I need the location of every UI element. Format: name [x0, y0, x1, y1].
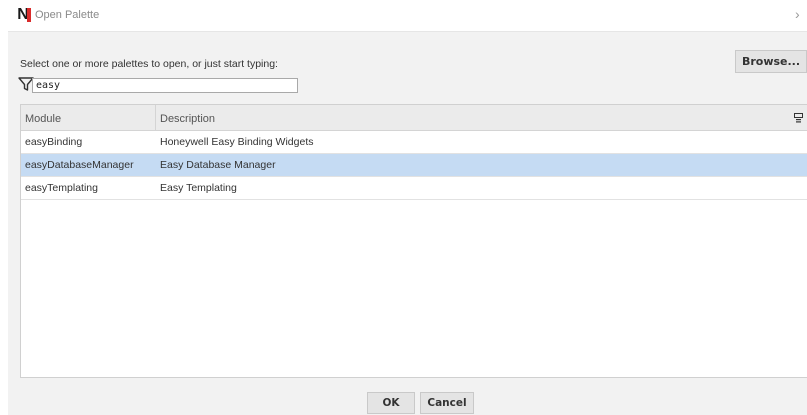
app-logo-icon: N	[16, 7, 31, 23]
description-cell: Honeywell Easy Binding Widgets	[160, 136, 314, 148]
column-separator[interactable]	[155, 105, 156, 131]
table-row[interactable]: easyBinding Honeywell Easy Binding Widge…	[21, 131, 807, 154]
browse-button[interactable]: Browse...	[735, 50, 807, 73]
filter-input[interactable]	[32, 78, 298, 93]
ok-button[interactable]: OK	[367, 392, 415, 414]
cancel-button[interactable]: Cancel	[420, 392, 474, 414]
column-header-module[interactable]: Module	[25, 113, 61, 125]
title-bar: N Open Palette ›	[0, 0, 807, 30]
window-title: Open Palette	[35, 9, 100, 21]
module-cell: easyBinding	[25, 136, 83, 148]
table-row[interactable]: easyDatabaseManager Easy Database Manage…	[21, 154, 807, 177]
description-cell: Easy Database Manager	[160, 159, 276, 171]
module-cell: easyTemplating	[25, 182, 98, 194]
close-icon[interactable]: ›	[795, 6, 800, 22]
table-header: Module Description	[21, 105, 807, 131]
logo-red-bar	[27, 8, 31, 22]
instruction-label: Select one or more palettes to open, or …	[20, 58, 278, 70]
table-row[interactable]: easyTemplating Easy Templating	[21, 177, 807, 200]
palette-table: Module Description easyBinding Honeywell…	[20, 104, 807, 378]
column-chooser-icon[interactable]	[794, 113, 803, 123]
column-header-description[interactable]: Description	[160, 113, 215, 125]
module-cell: easyDatabaseManager	[25, 159, 134, 171]
open-palette-dialog: Select one or more palettes to open, or …	[8, 32, 807, 415]
description-cell: Easy Templating	[160, 182, 237, 194]
